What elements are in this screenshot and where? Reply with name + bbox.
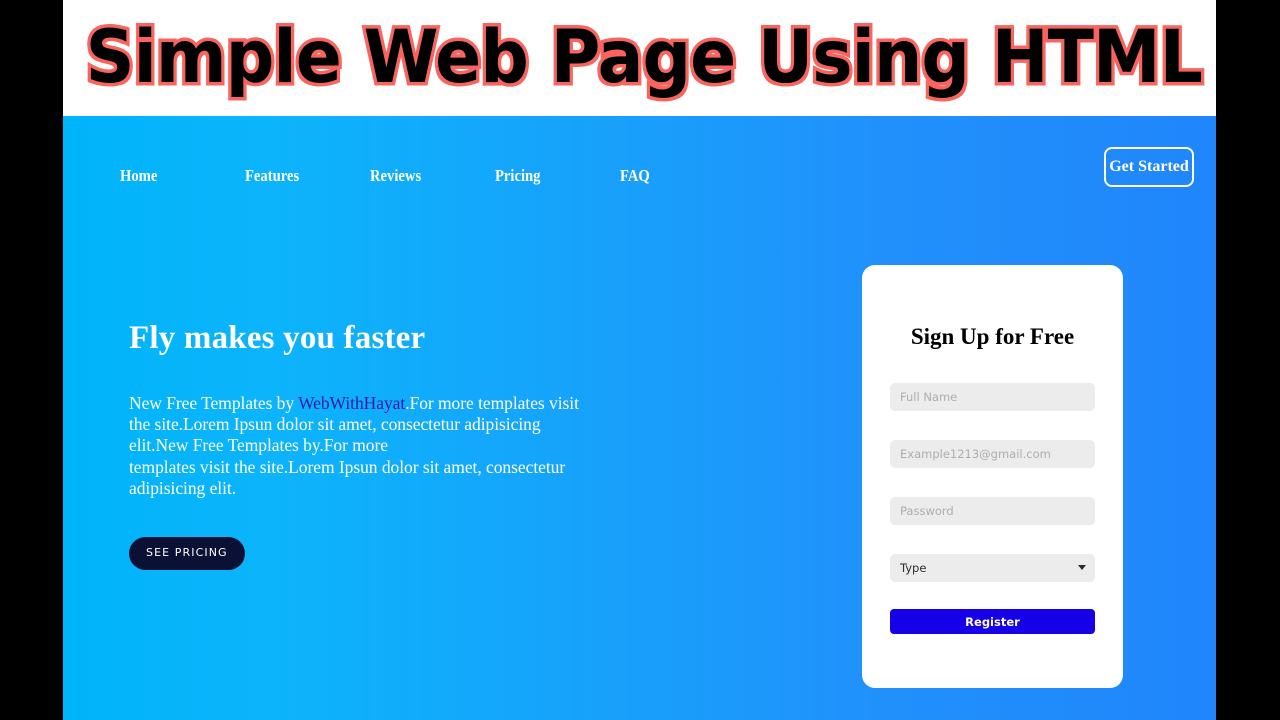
signup-title: Sign Up for Free — [910, 324, 1075, 349]
webpage-body: Home Features Reviews Pricing FAQ Get St… — [63, 116, 1216, 720]
nav-links: Home Features Reviews Pricing FAQ — [120, 166, 655, 186]
signup-card: Sign Up for Free Type Register — [862, 265, 1123, 688]
hero-paragraph-tail: templates visit the site.Lorem Ipsun dol… — [129, 456, 566, 498]
hero-paragraph: New Free Templates by WebWithHayat.For m… — [129, 393, 599, 499]
nav-item-pricing[interactable]: Pricing — [495, 166, 620, 186]
nav-item-reviews[interactable]: Reviews — [370, 166, 495, 186]
title-banner: Creating Simple Web Page Using HTML And … — [63, 0, 1216, 116]
nav-item-home[interactable]: Home — [120, 166, 245, 186]
webwithhayat-link[interactable]: WebWithHayat — [298, 393, 405, 413]
get-started-button[interactable]: Get Started — [1104, 147, 1194, 187]
hero-paragraph-lead: New Free Templates by — [129, 393, 299, 413]
nav-item-faq[interactable]: FAQ — [620, 166, 655, 186]
full-name-input[interactable] — [890, 383, 1095, 411]
nav-link-label[interactable]: Features — [245, 166, 353, 186]
nav-link-label[interactable]: FAQ — [620, 166, 650, 186]
banner-title: Creating Simple Web Page Using HTML And … — [63, 12, 1216, 104]
see-pricing-button[interactable]: SEE PRICING — [129, 537, 245, 571]
navbar: Home Features Reviews Pricing FAQ Get St… — [63, 116, 1216, 234]
email-input[interactable] — [890, 440, 1095, 468]
signup-form: Type Register — [862, 383, 1123, 634]
nav-item-features[interactable]: Features — [245, 166, 370, 186]
nav-link-label[interactable]: Home — [120, 166, 228, 186]
hero-section: Fly makes you faster New Free Templates … — [129, 319, 599, 571]
type-select[interactable]: Type — [890, 554, 1095, 582]
video-screen: Creating Simple Web Page Using HTML And … — [0, 0, 1280, 720]
register-button[interactable]: Register — [890, 609, 1095, 634]
nav-link-label[interactable]: Pricing — [495, 166, 603, 186]
content-frame: Creating Simple Web Page Using HTML And … — [63, 0, 1216, 720]
hero-title: Fly makes you faster — [129, 320, 426, 356]
type-select-wrapper: Type — [890, 554, 1095, 582]
password-input[interactable] — [890, 497, 1095, 525]
nav-link-label[interactable]: Reviews — [370, 166, 478, 186]
